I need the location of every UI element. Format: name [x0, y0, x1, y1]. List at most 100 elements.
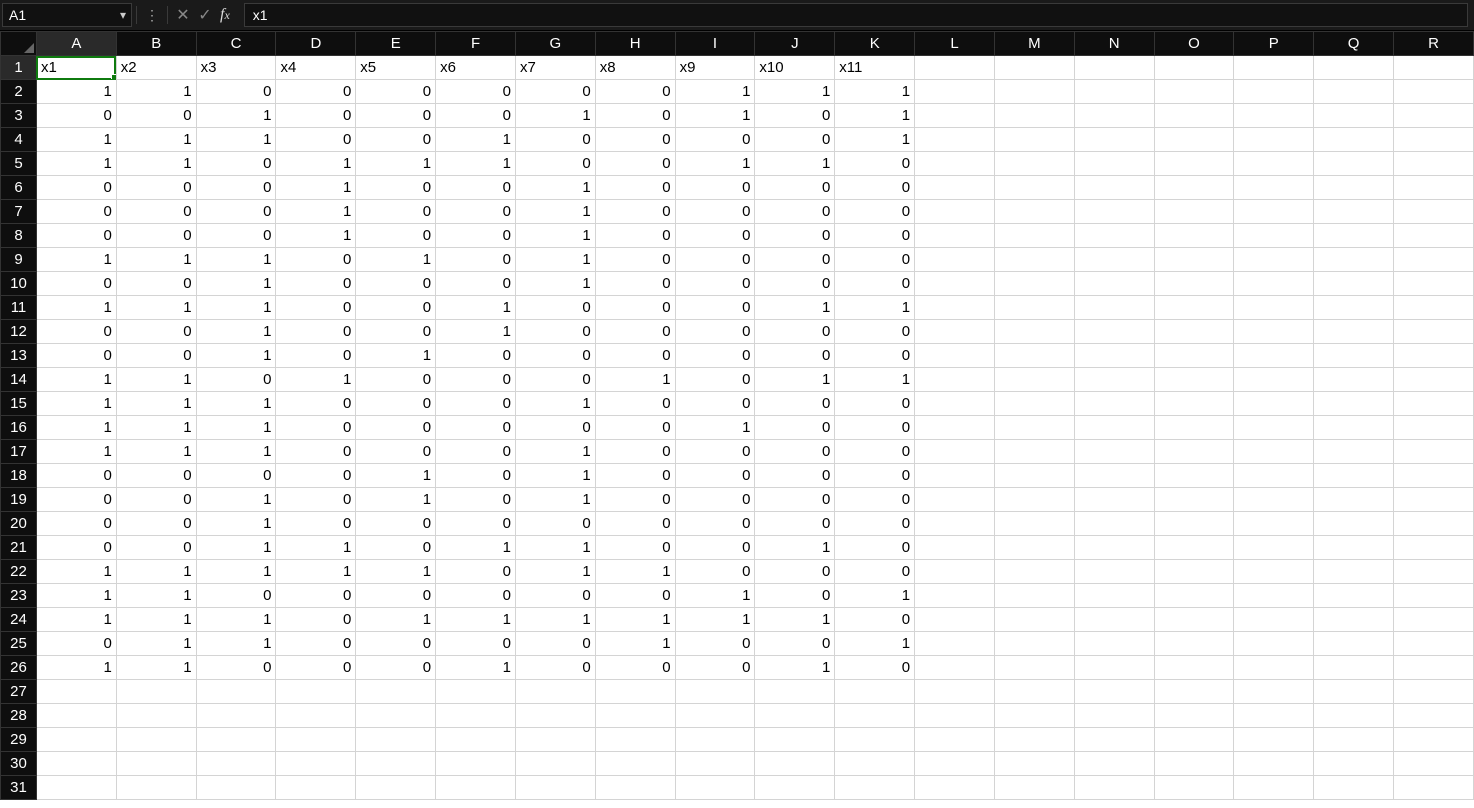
- cell[interactable]: [1234, 608, 1314, 632]
- cell[interactable]: 0: [675, 344, 755, 368]
- cell[interactable]: 1: [835, 296, 915, 320]
- cell[interactable]: 0: [436, 176, 516, 200]
- cell[interactable]: [994, 344, 1074, 368]
- cell[interactable]: 1: [755, 152, 835, 176]
- cell[interactable]: 1: [116, 440, 196, 464]
- cell[interactable]: 0: [595, 656, 675, 680]
- cell[interactable]: [595, 776, 675, 800]
- cell[interactable]: [116, 752, 196, 776]
- cell[interactable]: [1074, 128, 1154, 152]
- cell[interactable]: [915, 752, 995, 776]
- cell[interactable]: 0: [755, 248, 835, 272]
- cell[interactable]: [436, 752, 516, 776]
- cell[interactable]: 0: [755, 200, 835, 224]
- cell[interactable]: 0: [675, 176, 755, 200]
- cell[interactable]: [835, 680, 915, 704]
- cell[interactable]: 1: [196, 320, 276, 344]
- row-header[interactable]: 6: [1, 176, 37, 200]
- row-header[interactable]: 7: [1, 200, 37, 224]
- cell[interactable]: 0: [835, 656, 915, 680]
- cell[interactable]: 1: [755, 608, 835, 632]
- cell[interactable]: [1154, 56, 1234, 80]
- cell[interactable]: 0: [675, 200, 755, 224]
- cell[interactable]: 0: [835, 416, 915, 440]
- cell[interactable]: [994, 128, 1074, 152]
- cell[interactable]: [1314, 344, 1394, 368]
- cell[interactable]: 0: [515, 296, 595, 320]
- cell[interactable]: 1: [116, 248, 196, 272]
- cell[interactable]: [994, 464, 1074, 488]
- cell[interactable]: 1: [36, 656, 116, 680]
- cell[interactable]: [1154, 704, 1234, 728]
- cell[interactable]: [1074, 584, 1154, 608]
- cell[interactable]: [1394, 224, 1474, 248]
- row-header[interactable]: 10: [1, 272, 37, 296]
- column-header[interactable]: D: [276, 32, 356, 56]
- cell[interactable]: 1: [36, 392, 116, 416]
- cell[interactable]: 1: [755, 656, 835, 680]
- cell[interactable]: 0: [595, 488, 675, 512]
- cell[interactable]: [1154, 392, 1234, 416]
- cell[interactable]: 0: [276, 584, 356, 608]
- cell[interactable]: 1: [595, 560, 675, 584]
- cell[interactable]: 0: [755, 344, 835, 368]
- cell[interactable]: [915, 392, 995, 416]
- cell[interactable]: 0: [276, 104, 356, 128]
- cell[interactable]: [1394, 344, 1474, 368]
- cell[interactable]: [675, 752, 755, 776]
- cell[interactable]: [1314, 224, 1394, 248]
- cell[interactable]: [1234, 368, 1314, 392]
- cell[interactable]: [915, 704, 995, 728]
- row-header[interactable]: 23: [1, 584, 37, 608]
- column-header[interactable]: Q: [1314, 32, 1394, 56]
- cell[interactable]: 0: [835, 608, 915, 632]
- cell[interactable]: [915, 368, 995, 392]
- cell[interactable]: 0: [276, 608, 356, 632]
- cell[interactable]: [1154, 680, 1234, 704]
- cell[interactable]: 1: [515, 608, 595, 632]
- cell[interactable]: [915, 536, 995, 560]
- cell[interactable]: [994, 416, 1074, 440]
- cell[interactable]: 1: [515, 464, 595, 488]
- cell[interactable]: 0: [436, 344, 516, 368]
- cell[interactable]: 1: [515, 392, 595, 416]
- cell[interactable]: [1234, 320, 1314, 344]
- cell[interactable]: 1: [755, 296, 835, 320]
- cell[interactable]: [835, 776, 915, 800]
- cell[interactable]: 0: [755, 464, 835, 488]
- cell[interactable]: [994, 152, 1074, 176]
- row-header[interactable]: 30: [1, 752, 37, 776]
- cell[interactable]: 0: [276, 632, 356, 656]
- cell[interactable]: [1234, 752, 1314, 776]
- cell[interactable]: 0: [835, 344, 915, 368]
- cell[interactable]: 0: [36, 224, 116, 248]
- cell[interactable]: 0: [595, 272, 675, 296]
- cell[interactable]: [515, 752, 595, 776]
- cell[interactable]: [1074, 368, 1154, 392]
- cell[interactable]: [835, 752, 915, 776]
- cell[interactable]: [915, 632, 995, 656]
- cell[interactable]: [1154, 488, 1234, 512]
- cell[interactable]: [1074, 176, 1154, 200]
- cell[interactable]: [196, 680, 276, 704]
- cell[interactable]: 0: [755, 632, 835, 656]
- cell[interactable]: [196, 728, 276, 752]
- cell[interactable]: [1314, 512, 1394, 536]
- cell[interactable]: 0: [36, 104, 116, 128]
- cell[interactable]: [1074, 776, 1154, 800]
- cell[interactable]: 1: [515, 224, 595, 248]
- cell[interactable]: 1: [276, 368, 356, 392]
- column-header[interactable]: P: [1234, 32, 1314, 56]
- cell[interactable]: 0: [675, 224, 755, 248]
- cell[interactable]: [1314, 128, 1394, 152]
- cell[interactable]: 0: [276, 464, 356, 488]
- cell[interactable]: [1074, 752, 1154, 776]
- cell[interactable]: 0: [835, 464, 915, 488]
- cell[interactable]: [1394, 248, 1474, 272]
- cell[interactable]: 0: [755, 320, 835, 344]
- column-header[interactable]: E: [356, 32, 436, 56]
- cell[interactable]: 0: [755, 392, 835, 416]
- cell[interactable]: 0: [595, 224, 675, 248]
- cell[interactable]: 0: [515, 656, 595, 680]
- cell[interactable]: 0: [835, 320, 915, 344]
